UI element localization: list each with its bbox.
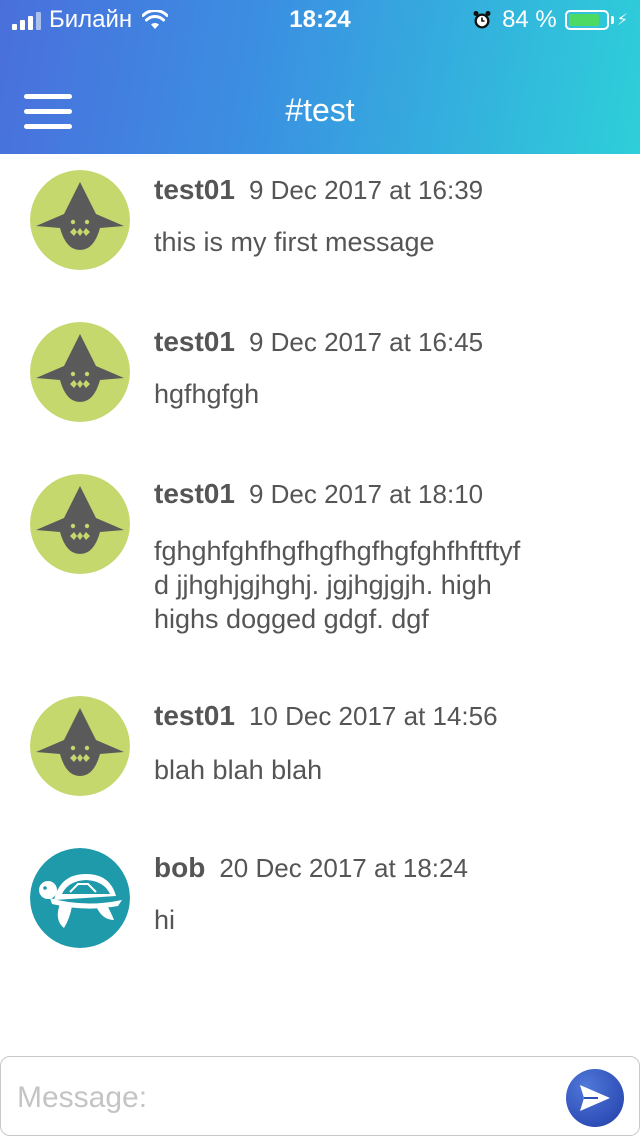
battery-percent: 84 % bbox=[502, 6, 557, 33]
message-header: test01 10 Dec 2017 at 14:56 bbox=[154, 700, 498, 732]
charging-bolt-icon: ⚡ bbox=[616, 12, 628, 29]
message-text: hi bbox=[154, 905, 176, 935]
message-username: test01 bbox=[154, 700, 235, 731]
message-timestamp: 9 Dec 2017 at 16:39 bbox=[248, 175, 484, 205]
message-header: test01 9 Dec 2017 at 18:10 bbox=[154, 478, 483, 510]
message-timestamp: 10 Dec 2017 at 14:56 bbox=[248, 701, 498, 731]
message-input[interactable] bbox=[15, 1075, 539, 1121]
shark-avatar bbox=[30, 474, 130, 574]
message-timestamp: 20 Dec 2017 at 18:24 bbox=[219, 853, 468, 883]
app-header: Билайн 18:24 84 % ⚡ #test bbox=[0, 0, 640, 154]
battery-level-fill bbox=[568, 14, 599, 26]
message-timestamp: 9 Dec 2017 at 16:45 bbox=[248, 327, 484, 357]
battery-cap bbox=[610, 16, 614, 24]
shark-avatar bbox=[30, 322, 130, 422]
message-header: test01 9 Dec 2017 at 16:39 bbox=[154, 174, 483, 206]
message-composer bbox=[0, 1056, 640, 1136]
paper-plane-icon bbox=[580, 1085, 610, 1111]
message-text: fghghfghfhgfhgfhgfhgfghfhftftyf d jjhghj… bbox=[154, 536, 521, 634]
message-text: this is my first message bbox=[154, 227, 435, 257]
alarm-clock-icon bbox=[473, 11, 491, 29]
message-username: test01 bbox=[154, 478, 235, 509]
shark-avatar bbox=[30, 170, 130, 270]
message-header: bob 20 Dec 2017 at 18:24 bbox=[154, 852, 468, 884]
battery-icon bbox=[564, 10, 609, 30]
message-username: bob bbox=[154, 852, 206, 883]
message-list[interactable]: test01 9 Dec 2017 at 16:39 this is my fir… bbox=[0, 154, 640, 1054]
message-username: test01 bbox=[154, 174, 235, 205]
message-text: blah blah blah bbox=[154, 755, 323, 785]
chat-screen: Билайн 18:24 84 % ⚡ #test test01 9 Dec 2… bbox=[0, 0, 640, 1136]
message-text: hgfhgfgh bbox=[154, 379, 260, 409]
send-button[interactable] bbox=[566, 1069, 624, 1127]
message-header: test01 9 Dec 2017 at 16:45 bbox=[154, 326, 483, 358]
message-timestamp: 9 Dec 2017 at 18:10 bbox=[248, 479, 484, 509]
turtle-avatar bbox=[30, 848, 130, 948]
message-username: test01 bbox=[154, 326, 235, 357]
status-bar: Билайн 18:24 84 % ⚡ bbox=[0, 0, 640, 40]
shark-avatar bbox=[30, 696, 130, 796]
channel-title: #test bbox=[285, 92, 355, 128]
